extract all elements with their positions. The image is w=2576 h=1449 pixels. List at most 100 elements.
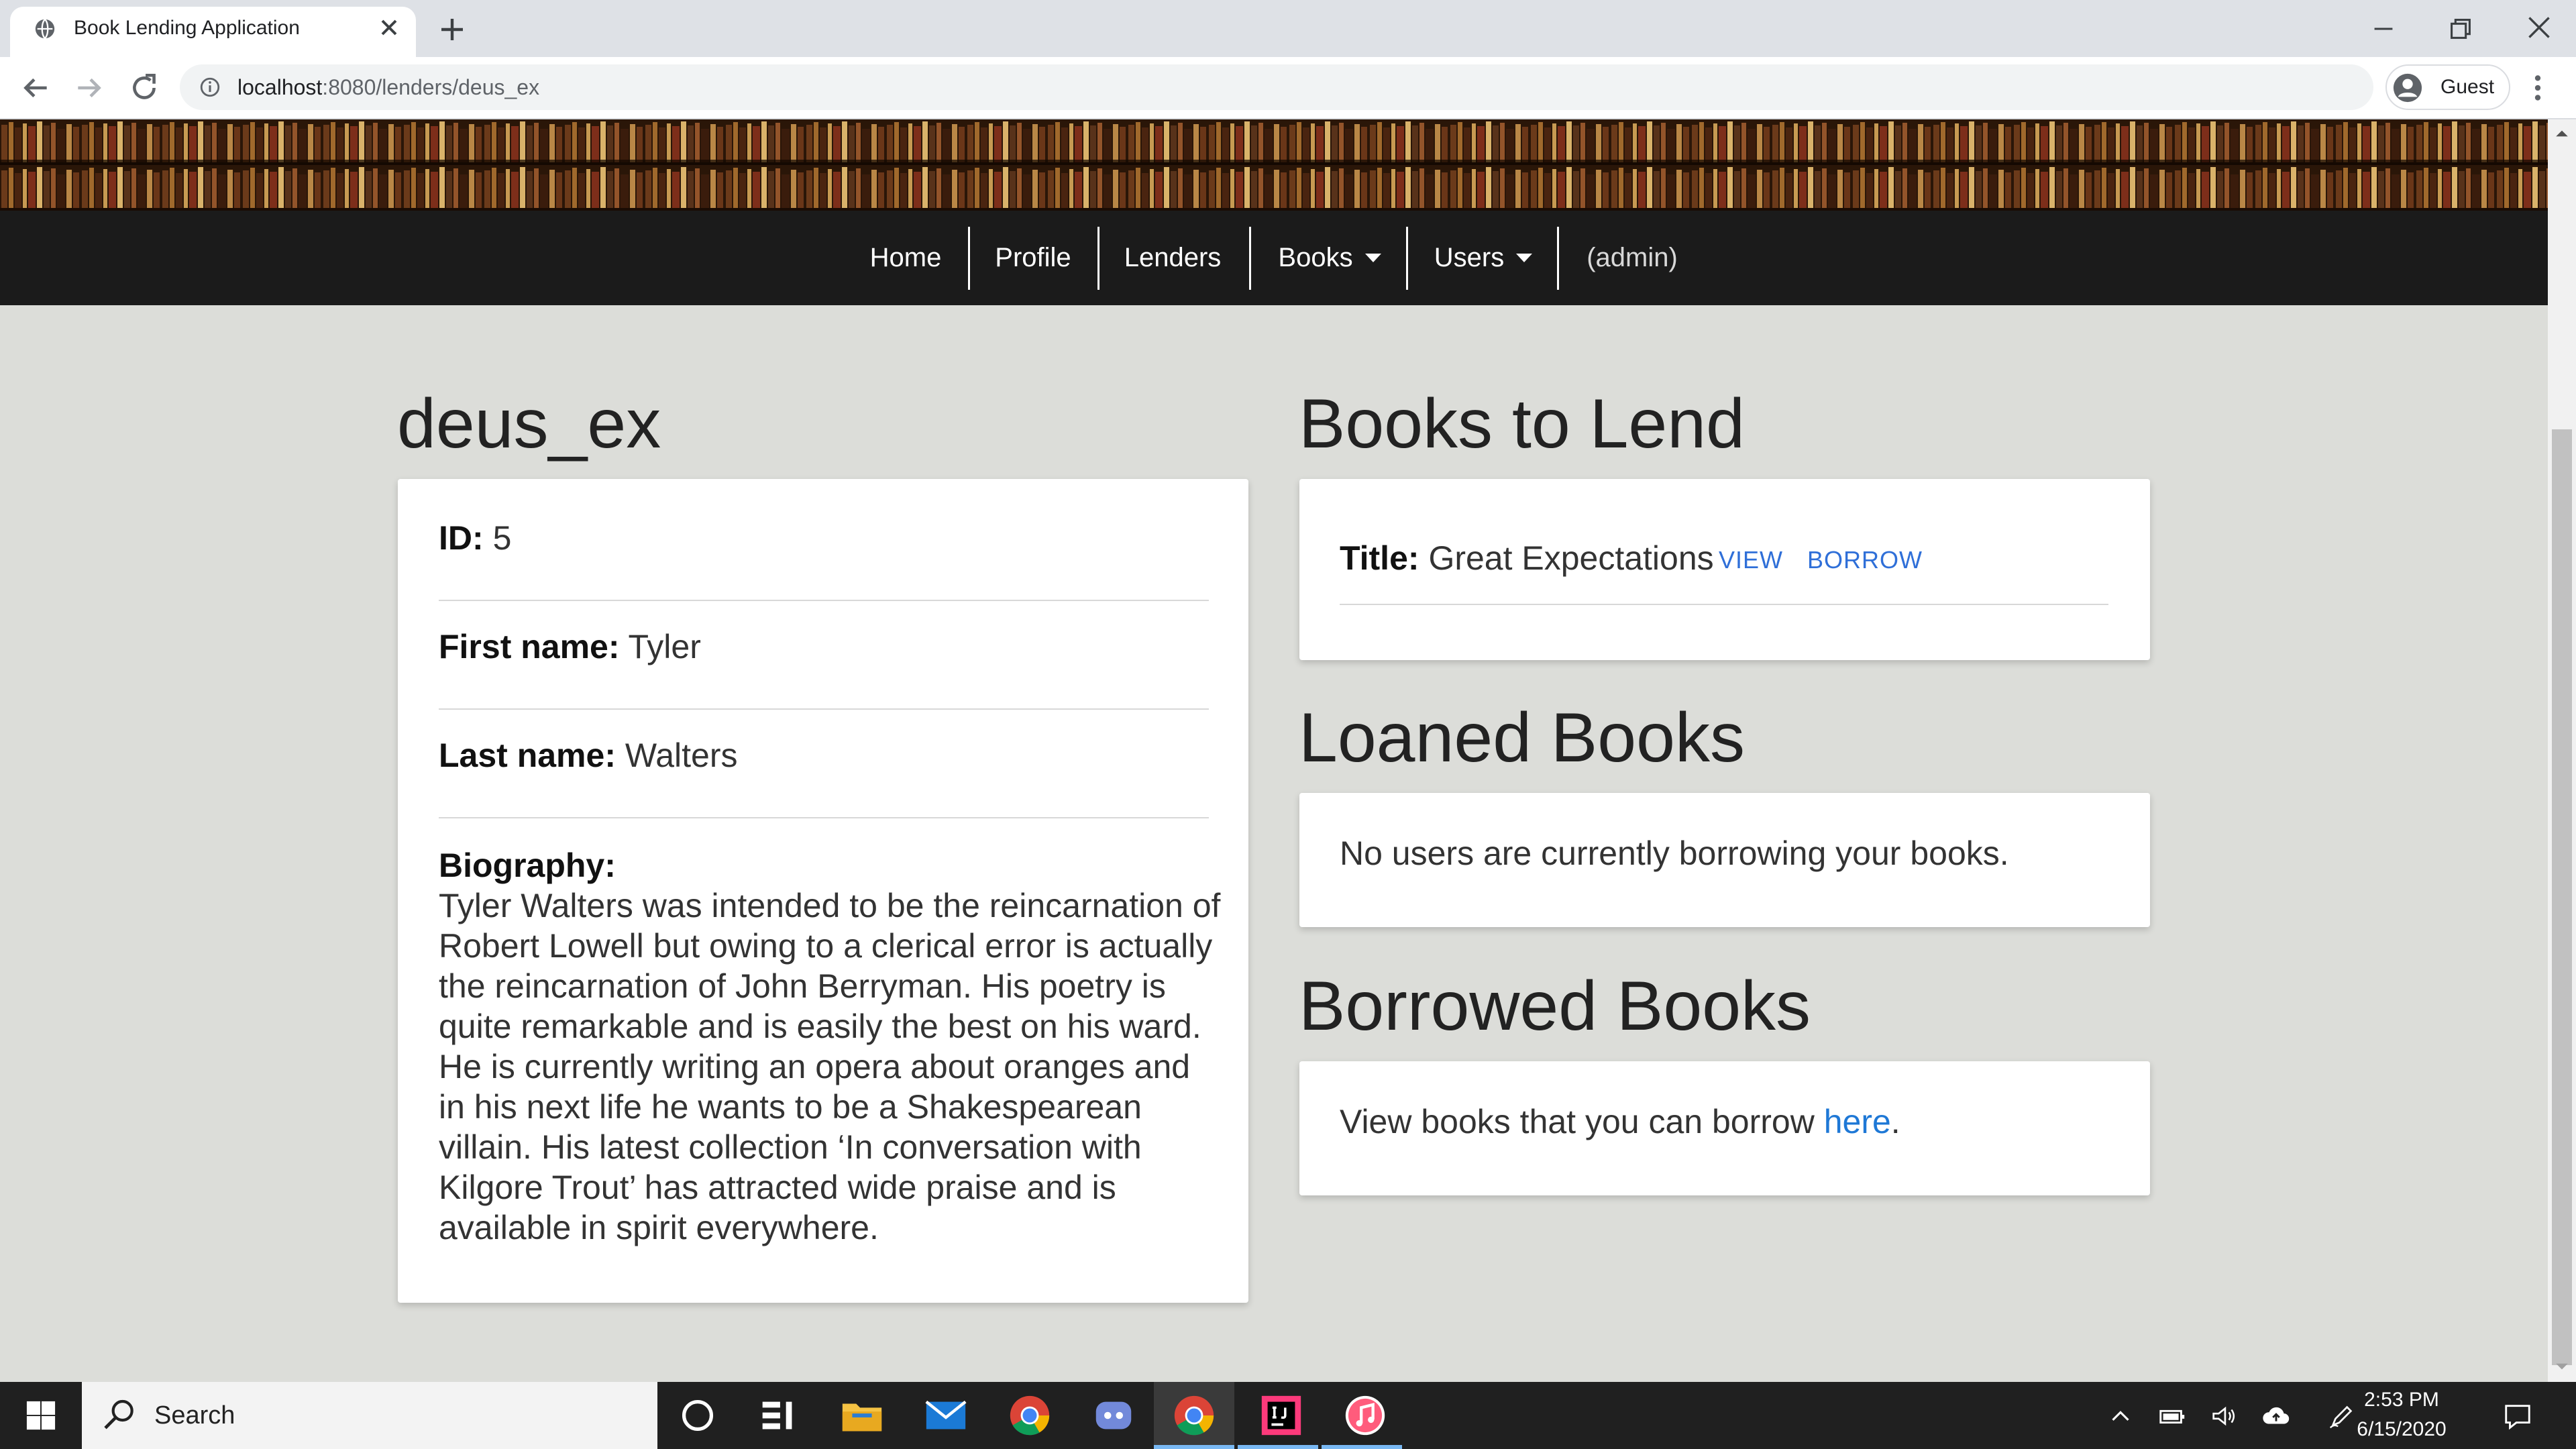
last-name-field: Last name: Walters — [439, 735, 737, 775]
id-field: ID: 5 — [439, 518, 511, 558]
scroll-up-arrow-icon[interactable] — [2555, 126, 2569, 141]
nav-divider — [968, 227, 970, 290]
clock-date[interactable]: 6/15/2020 — [2348, 1416, 2455, 1443]
bio-line: villain. His latest collection ‘In conve… — [439, 1128, 1142, 1166]
nav-admin-role: (admin) — [1563, 211, 1701, 305]
reload-icon[interactable] — [127, 71, 161, 105]
biography-text: Tyler Walters was intended to be the rei… — [439, 885, 1220, 1248]
chrome-icon[interactable] — [1006, 1392, 1053, 1439]
cloud-upload-icon[interactable] — [2261, 1401, 2292, 1432]
forward-arrow-icon[interactable] — [72, 71, 106, 105]
bio-line: Kilgore Trout’ has attracted wide praise… — [439, 1169, 1116, 1206]
cortana-icon[interactable] — [674, 1392, 721, 1439]
running-indicator — [1154, 1445, 1234, 1449]
url-path: :8080/lenders/deus_ex — [322, 75, 540, 99]
windows-start-icon[interactable] — [25, 1400, 56, 1431]
profile-label: Guest — [2440, 76, 2495, 98]
nav-divider — [1406, 227, 1408, 290]
close-tab-icon[interactable] — [376, 14, 402, 41]
bio-line: available in spirit everywhere. — [439, 1209, 879, 1246]
bio-line: quite remarkable and is easily the best … — [439, 1008, 1201, 1045]
bio-line: Robert Lowell but owing to a clerical er… — [439, 927, 1213, 965]
discord-icon[interactable] — [1090, 1392, 1137, 1439]
last-name-value: Walters — [625, 737, 738, 774]
divider — [1340, 604, 2108, 605]
first-name-label: First name: — [439, 628, 620, 665]
url-text[interactable]: localhost:8080/lenders/deus_ex — [237, 72, 539, 102]
chevron-up-icon[interactable] — [2105, 1401, 2136, 1432]
first-name-value: Tyler — [628, 628, 701, 665]
avatar-icon — [2393, 73, 2422, 103]
itunes-icon[interactable] — [1342, 1392, 1389, 1439]
divider — [439, 708, 1209, 710]
lender-username-heading: deus_ex — [397, 385, 661, 463]
bookshelf-banner-image — [0, 119, 2548, 211]
id-value: 5 — [492, 519, 512, 557]
file-explorer-icon[interactable] — [839, 1392, 885, 1439]
first-name-field: First name: Tyler — [439, 627, 701, 667]
nav-lenders-label: Lenders — [1124, 243, 1222, 272]
info-icon[interactable] — [199, 76, 221, 99]
notifications-icon[interactable] — [2502, 1401, 2533, 1432]
borrow-here-link[interactable]: here — [1824, 1103, 1891, 1140]
nav-home[interactable]: Home — [851, 211, 961, 305]
borrow-book-button[interactable]: BORROW — [1807, 546, 1923, 574]
nav-profile-label: Profile — [995, 243, 1071, 272]
nav-books-label: Books — [1278, 243, 1353, 272]
last-name-label: Last name: — [439, 737, 616, 774]
nav-users-label: Users — [1434, 243, 1505, 272]
caret-down-icon — [1516, 254, 1533, 262]
nav-home-label: Home — [869, 243, 942, 272]
restore-icon[interactable] — [2445, 13, 2476, 44]
nav-divider — [1249, 227, 1251, 290]
clock-time[interactable]: 2:53 PM — [2348, 1387, 2455, 1413]
globe-icon — [35, 19, 55, 39]
loaned-books-message: No users are currently borrowing your bo… — [1340, 835, 2009, 872]
running-indicator — [1238, 1445, 1318, 1449]
nav-profile[interactable]: Profile — [973, 211, 1093, 305]
caret-down-icon — [1364, 254, 1381, 262]
window-close-icon[interactable] — [2522, 11, 2556, 44]
tab-title: Book Lending Application — [74, 17, 300, 39]
new-tab-icon[interactable] — [436, 13, 468, 46]
bio-line: Tyler Walters was intended to be the rei… — [439, 887, 1221, 924]
intellij-icon[interactable] — [1258, 1392, 1305, 1439]
volume-icon[interactable] — [2208, 1401, 2239, 1432]
nav-admin-label: (admin) — [1587, 243, 1678, 272]
mail-icon[interactable] — [922, 1392, 969, 1439]
view-book-button[interactable]: VIEW — [1719, 546, 1783, 574]
page-viewport — [0, 119, 2548, 1382]
scroll-down-arrow-icon[interactable] — [2555, 1359, 2569, 1374]
bio-line: in his next life he wants to be a Shakes… — [439, 1088, 1142, 1126]
biography-label: Biography: — [439, 845, 616, 885]
book-title-value: Great Expectations — [1428, 539, 1714, 577]
borrowed-books-message: View books that you can borrow here. — [1340, 1102, 1900, 1142]
id-label: ID: — [439, 519, 484, 557]
minimize-icon[interactable] — [2368, 13, 2399, 44]
borrowed-books-heading: Borrowed Books — [1299, 967, 1811, 1045]
scrollbar-thumb[interactable] — [2552, 429, 2572, 1365]
borrowed-message-prefix: View books that you can borrow — [1340, 1103, 1824, 1140]
borrowed-message-suffix: . — [1890, 1103, 1900, 1140]
chrome-icon[interactable] — [1171, 1392, 1218, 1439]
book-title-field: Title: Great Expectations — [1340, 538, 1714, 578]
battery-icon[interactable] — [2157, 1401, 2188, 1432]
divider — [439, 817, 1209, 818]
books-to-lend-heading: Books to Lend — [1299, 385, 1745, 463]
menu-dots-icon[interactable] — [2528, 71, 2548, 105]
biography-label-text: Biography: — [439, 847, 616, 884]
search-placeholder: Search — [154, 1401, 235, 1430]
task-view-icon[interactable] — [755, 1392, 802, 1439]
nav-divider — [1557, 227, 1559, 290]
bio-line: the reincarnation of John Berryman. His … — [439, 967, 1166, 1005]
nav-lenders[interactable]: Lenders — [1102, 211, 1243, 305]
search-icon — [104, 1399, 133, 1430]
book-title-label: Title: — [1340, 539, 1419, 577]
nav-users-dropdown[interactable]: Users — [1411, 211, 1555, 305]
nav-books-dropdown[interactable]: Books — [1254, 211, 1405, 305]
back-arrow-icon[interactable] — [19, 71, 52, 105]
nav-divider — [1097, 227, 1099, 290]
bio-line: He is currently writing an opera about o… — [439, 1048, 1191, 1085]
divider — [439, 600, 1209, 601]
url-host: localhost — [237, 75, 323, 99]
